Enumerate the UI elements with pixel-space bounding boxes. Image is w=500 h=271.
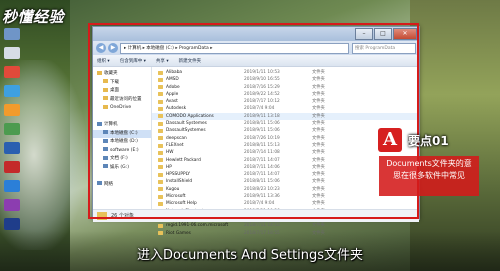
desktop-app-icon[interactable] [4,66,20,78]
file-row[interactable]: Riot Games 2018/7/17 18:55 文件夹 [152,230,419,237]
video-subtitle: 进入Documents And Settings文件夹 [136,248,364,263]
callout-body: Documents文件夹的意思在很多软件中常见 [379,156,479,196]
desktop-ie-icon[interactable] [4,85,20,97]
desktop-app-icon[interactable] [4,218,20,230]
desktop-app-icon[interactable] [4,142,20,154]
callout-title: 要点01 [408,134,449,148]
folder-icon [158,223,163,228]
file-date: 2018/7/11 14:53 [244,223,280,229]
autocad-logo-icon: A [378,128,402,152]
desktop-app-icon[interactable] [4,104,20,116]
file-name: Riot Games [166,230,191,236]
desktop-icon-column [2,28,24,237]
file-date: 2018/7/17 18:55 [244,230,280,236]
desktop-computer-icon[interactable] [4,28,20,40]
highlight-frame [88,23,419,219]
desktop-recycle-icon[interactable] [4,47,20,59]
folder-icon [158,231,163,236]
watermark-logo: 秒懂经验 [2,8,65,26]
file-name: regid.1991-06.com.microsoft [166,223,229,229]
desktop-app-icon[interactable] [4,180,20,192]
file-type: 文件夹 [312,223,325,229]
desktop-app-icon[interactable] [4,199,20,211]
desktop-app-icon[interactable] [4,123,20,135]
file-type: 文件夹 [312,230,325,236]
file-row[interactable]: regid.1991-06.com.microsoft 2018/7/11 14:… [152,222,419,229]
callout-header: A 要点01 [378,128,478,154]
desktop-app-icon[interactable] [4,161,20,173]
